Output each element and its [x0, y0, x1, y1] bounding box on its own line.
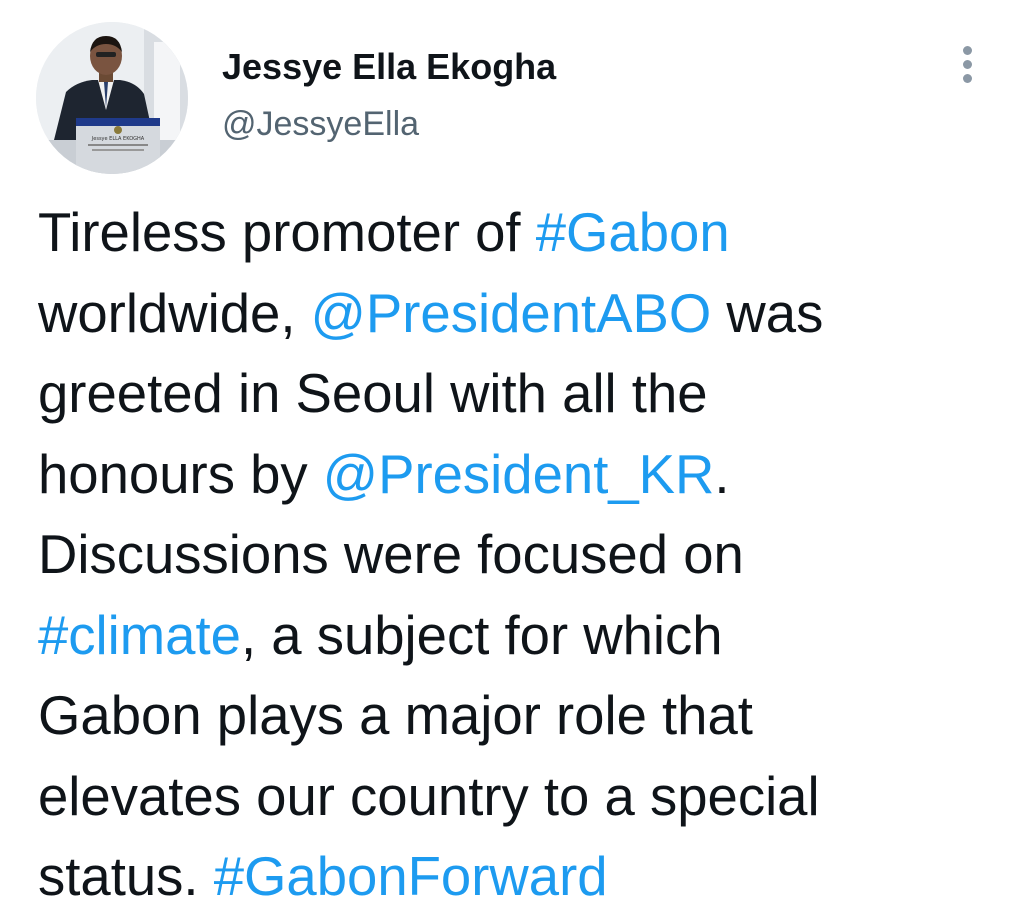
- mention-link[interactable]: @President_KR: [323, 444, 715, 505]
- author-display-name[interactable]: Jessye Ella Ekogha: [222, 44, 556, 90]
- author-avatar[interactable]: Jessye ELLA EKOGHA: [36, 22, 188, 174]
- tweet-text-segment: , a subject for which: [240, 604, 723, 666]
- author-info: Jessye Ella Ekogha @JessyeElla: [222, 44, 556, 146]
- tweet-text-segment: was: [711, 282, 824, 344]
- tweet-text-segment: Gabon plays a major role that: [38, 685, 753, 746]
- tweet-text-segment: Tireless promoter of: [38, 202, 536, 263]
- author-handle[interactable]: @JessyeElla: [222, 102, 556, 146]
- hashtag-link[interactable]: #climate: [38, 605, 241, 666]
- tweet-text-line: worldwide, @PresidentABO was: [38, 274, 978, 355]
- hashtag-link[interactable]: #Gabon: [536, 202, 730, 263]
- tweet-text-line: Tireless promoter of #Gabon: [38, 193, 978, 274]
- tweet-text-segment: honours by: [38, 443, 323, 505]
- tweet-text: Tireless promoter of #Gabon worldwide, @P…: [38, 193, 978, 918]
- tweet-text-line: greeted in Seoul with all the: [38, 354, 978, 435]
- tweet-text-line: honours by @President_KR.: [38, 435, 978, 516]
- more-vertical-icon-dot: [963, 46, 972, 55]
- tweet-text-line: status. #GabonForward: [38, 837, 978, 918]
- tweet-text-line: Discussions were focused on: [38, 515, 978, 596]
- tweet-text-segment: elevates our country to a special: [38, 765, 820, 827]
- podium-sign-text: Jessye ELLA EKOGHA: [91, 136, 145, 142]
- avatar-photo-icon: Jessye ELLA EKOGHA: [36, 22, 188, 174]
- tweet-text-line: elevates our country to a special: [38, 757, 978, 838]
- more-vertical-icon-dot: [963, 60, 972, 69]
- more-options-button[interactable]: [948, 40, 988, 90]
- mention-link[interactable]: @PresidentABO: [311, 283, 712, 344]
- more-vertical-icon-dot: [963, 74, 972, 83]
- tweet-text-segment: worldwide,: [38, 282, 311, 344]
- tweet-card: Jessye ELLA EKOGHA Jessye Ella Ekogha @J…: [0, 0, 1024, 917]
- tweet-text-segment: Discussions were focused on: [38, 524, 744, 585]
- tweet-text-line: #climate, a subject for which: [38, 596, 978, 677]
- hashtag-link[interactable]: #GabonForward: [214, 846, 608, 907]
- tweet-text-segment: status.: [38, 846, 214, 907]
- tweet-text-line: Gabon plays a major role that: [38, 676, 978, 757]
- tweet-text-segment: greeted in Seoul with all the: [38, 363, 708, 424]
- tweet-text-segment: .: [714, 443, 730, 505]
